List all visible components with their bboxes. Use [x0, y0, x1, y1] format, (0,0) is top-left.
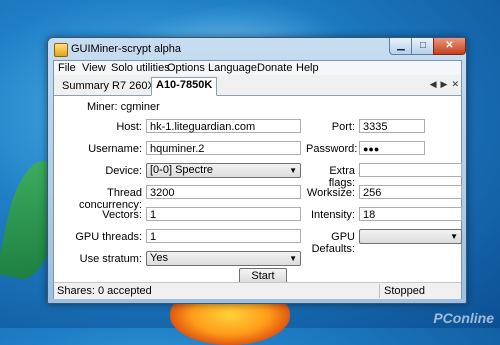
- gpu-threads-input[interactable]: 1: [146, 229, 301, 243]
- port-input[interactable]: 3335: [359, 119, 425, 133]
- host-input[interactable]: hk-1.liteguardian.com: [146, 119, 301, 133]
- worksize-input[interactable]: 256: [359, 185, 462, 199]
- menu-language[interactable]: Language: [208, 62, 257, 74]
- device-select[interactable]: [0-0] Spectre ▼: [146, 163, 301, 178]
- use-stratum-value: Yes: [150, 252, 168, 264]
- menu-solo-utilities[interactable]: Solo utilities: [111, 62, 170, 74]
- vectors-input[interactable]: 1: [146, 207, 301, 221]
- port-label: Port:: [331, 121, 355, 133]
- host-label: Host:: [116, 121, 142, 133]
- tab-summary[interactable]: Summary: [58, 79, 113, 93]
- title-bar[interactable]: GUIMiner-scrypt alpha ▁ □ ✕: [48, 38, 466, 60]
- menu-help[interactable]: Help: [296, 62, 319, 74]
- chevron-down-icon: ▼: [450, 232, 458, 241]
- gpu-threads-label: GPU threads:: [75, 231, 142, 243]
- gpu-defaults-label: GPU Defaults:: [311, 231, 355, 255]
- maximize-button[interactable]: □: [411, 38, 435, 55]
- menu-options[interactable]: Options: [167, 62, 205, 74]
- close-button[interactable]: ✕: [433, 38, 466, 55]
- device-value: [0-0] Spectre: [150, 164, 213, 176]
- password-input[interactable]: ●●●: [359, 141, 425, 155]
- minimize-icon: ▁: [397, 40, 405, 51]
- device-label: Device:: [105, 165, 142, 177]
- username-label: Username:: [88, 143, 142, 155]
- tab-scroll-controls: ◀ ▶ ✕: [426, 79, 459, 90]
- chevron-down-icon: ▼: [289, 166, 297, 175]
- password-label: Password:: [306, 143, 358, 155]
- menu-file[interactable]: File: [58, 62, 76, 74]
- gpu-defaults-select[interactable]: ▼: [359, 229, 462, 244]
- menu-view[interactable]: View: [82, 62, 106, 74]
- use-stratum-label: Use stratum:: [79, 253, 142, 265]
- miner-settings-panel: Miner: cgminer Host: hk-1.liteguardian.c…: [54, 96, 462, 284]
- extra-flags-input[interactable]: [359, 163, 462, 177]
- extra-flags-label: Extra flags:: [328, 165, 355, 189]
- intensity-label: Intensity:: [310, 209, 355, 221]
- menu-bar: File View Solo utilities Options Languag…: [54, 61, 461, 75]
- shares-status: Shares: 0 accepted: [57, 285, 152, 297]
- guiminer-window: GUIMiner-scrypt alpha ▁ □ ✕ File View So…: [47, 37, 467, 304]
- close-icon: ✕: [445, 40, 454, 51]
- tab-prev-icon[interactable]: ◀: [430, 79, 437, 89]
- chevron-down-icon: ▼: [289, 254, 297, 263]
- tab-strip: Summary R7 260X A10-7850K ◀ ▶ ✕: [54, 77, 461, 96]
- client-area: File View Solo utilities Options Languag…: [53, 60, 462, 299]
- vectors-label: Vectors:: [102, 209, 142, 221]
- tab-next-icon[interactable]: ▶: [441, 79, 448, 89]
- window-title: GUIMiner-scrypt alpha: [71, 43, 182, 55]
- worksize-label: Worksize:: [306, 187, 355, 199]
- tab-close-icon[interactable]: ✕: [451, 79, 459, 89]
- thread-concurrency-label: Thread concurrency:: [79, 187, 142, 211]
- username-input[interactable]: hquminer.2: [146, 141, 301, 155]
- miner-state-status: Stopped: [384, 285, 425, 297]
- app-icon: [54, 43, 68, 57]
- minimize-button[interactable]: ▁: [389, 38, 413, 55]
- use-stratum-select[interactable]: Yes ▼: [146, 251, 301, 266]
- watermark: PConline: [433, 310, 494, 326]
- menu-donate[interactable]: Donate: [257, 62, 292, 74]
- miner-label: Miner: cgminer: [87, 101, 160, 113]
- thread-concurrency-input[interactable]: 3200: [146, 185, 301, 199]
- status-divider: [379, 284, 380, 298]
- intensity-input[interactable]: 18: [359, 207, 462, 221]
- maximize-icon: □: [419, 40, 427, 51]
- status-bar: Shares: 0 accepted Stopped: [54, 282, 461, 299]
- tab-a10-7850k[interactable]: A10-7850K: [151, 77, 218, 96]
